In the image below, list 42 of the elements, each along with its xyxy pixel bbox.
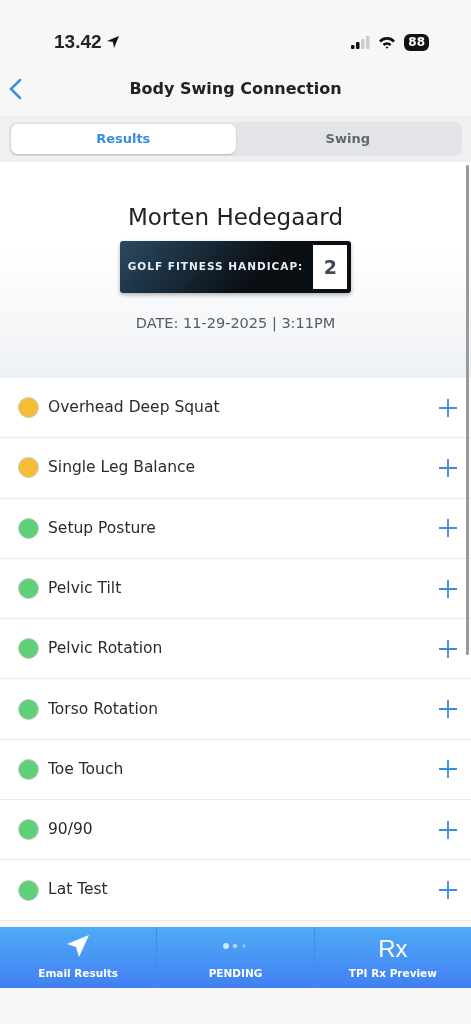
test-name: Torso Rotation (48, 698, 159, 720)
paper-plane-icon (66, 933, 91, 958)
test-date: DATE: 11-29-2025 | 3:11PM (134, 313, 337, 334)
test-name: Pelvic Tilt (48, 577, 123, 599)
test-name: 90/90 (48, 819, 94, 841)
list-row[interactable]: Pelvic Tilt (0, 558, 471, 620)
tab[interactable]: Swing (235, 124, 460, 154)
user-name: Morten Hedegaard (126, 203, 345, 232)
plus-icon[interactable] (439, 639, 457, 658)
handicap-value: 2 (313, 244, 348, 289)
page-title: Body Swing Connection (129, 78, 342, 100)
plus-icon[interactable] (439, 519, 457, 538)
list-row[interactable]: Torso Rotation (0, 679, 471, 740)
list-row[interactable]: 90/90 (0, 800, 471, 861)
list-row[interactable]: Toe Touch (0, 739, 471, 801)
dots-icon (222, 942, 249, 951)
test-name: Setup Posture (48, 517, 157, 539)
test-name: Lat Test (48, 879, 109, 901)
list-row[interactable]: Setup Posture (0, 498, 471, 559)
location-arrow-icon (105, 35, 120, 49)
plus-icon[interactable] (439, 760, 457, 779)
list-row[interactable]: Single Leg Balance (0, 438, 471, 499)
plus-icon[interactable] (439, 820, 457, 839)
test-name: Single Leg Balance (48, 457, 197, 479)
battery-level: 88 (404, 33, 429, 51)
back-icon[interactable] (8, 78, 22, 100)
test-name: Overhead Deep Squat (48, 397, 221, 418)
test-name: Pelvic Rotation (48, 638, 164, 660)
plus-icon[interactable] (439, 881, 457, 899)
rx-logo: Rx (378, 935, 408, 962)
plus-icon[interactable] (439, 398, 457, 417)
plus-icon[interactable] (439, 579, 457, 598)
test-name: Toe Touch (48, 758, 125, 780)
list-row[interactable]: Overhead Deep Squat (0, 378, 471, 439)
list-row[interactable]: Pelvic Rotation (0, 619, 471, 680)
signal-icon (351, 35, 371, 49)
clock-time: 13.42 (54, 29, 102, 54)
plus-icon[interactable] (439, 700, 457, 719)
list-row[interactable]: Lat Test (0, 860, 471, 921)
handicap-label: GOLF FITNESS HANDICAP: (127, 258, 304, 274)
wifi-icon (378, 35, 397, 49)
plus-icon[interactable] (439, 458, 457, 477)
